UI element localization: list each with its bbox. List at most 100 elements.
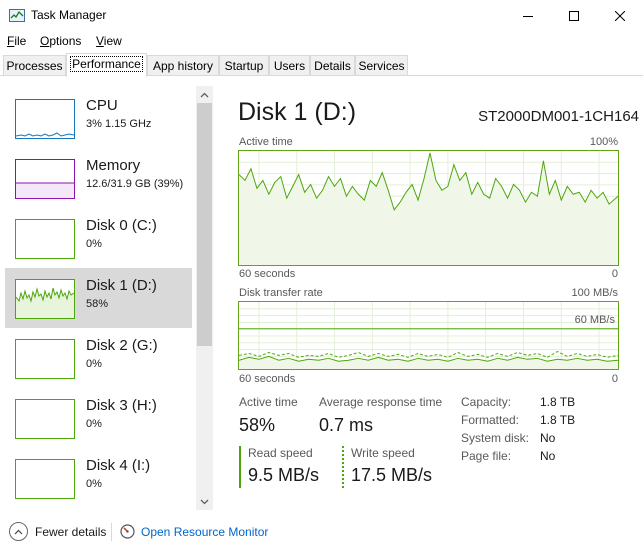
title-bar: Task Manager xyxy=(0,0,643,31)
tab-services-label: Services xyxy=(358,59,405,73)
active-time-graph-zero: 0 xyxy=(611,268,618,280)
formatted-label: Formatted: xyxy=(461,413,520,427)
tab-processes-label: Processes xyxy=(6,59,63,73)
chevron-up-icon xyxy=(200,92,209,97)
close-icon xyxy=(615,10,625,21)
write-speed-indicator xyxy=(342,446,344,488)
tab-strip: Processes Performance App history Startu… xyxy=(0,53,643,77)
sidebar-disk1-name: Disk 1 (D:) xyxy=(86,277,157,294)
sidebar-disk2-name: Disk 2 (G:) xyxy=(86,337,158,354)
write-speed-label: Write speed xyxy=(351,446,415,460)
window-title: Task Manager xyxy=(31,8,107,22)
active-time-graph-label: Active time xyxy=(239,136,293,148)
sidebar-disk4-sub: 0% xyxy=(86,478,102,490)
disk2-thumbnail-graph xyxy=(15,339,75,379)
scroll-up-button[interactable] xyxy=(196,86,213,103)
sidebar-disk3-name: Disk 3 (H:) xyxy=(86,397,157,414)
cpu-thumbnail-graph xyxy=(15,99,75,139)
transfer-rate-graph-max: 100 MB/s xyxy=(571,287,618,299)
menu-view-accel: V xyxy=(96,34,104,48)
read-speed-indicator xyxy=(239,446,241,488)
transfer-rate-graph-zero: 0 xyxy=(611,373,618,385)
sidebar-disk0-name: Disk 0 (C:) xyxy=(86,217,157,234)
disk-model: ST2000DM001-1CH164 xyxy=(478,108,639,125)
close-button[interactable] xyxy=(597,0,643,31)
resource-sidebar: CPU 3% 1.15 GHz Memory 12.6/31.9 GB (39%… xyxy=(0,76,213,510)
menu-file[interactable]: File xyxy=(7,34,26,48)
chevron-up-circle-icon xyxy=(14,529,23,534)
menu-options-accel: O xyxy=(40,34,50,48)
capacity-label: Capacity: xyxy=(461,395,512,409)
sidebar-memory-sub: 12.6/31.9 GB (39%) xyxy=(86,178,184,190)
menu-view-rest: iew xyxy=(103,34,122,48)
write-speed-value: 17.5 MB/s xyxy=(351,465,433,485)
disk4-thumbnail-graph xyxy=(15,459,75,499)
sidebar-disk0-sub: 0% xyxy=(86,238,102,250)
transfer-rate-inner-label: 60 MB/s xyxy=(574,314,615,326)
chevron-down-icon xyxy=(200,499,209,504)
sidebar-disk4-name: Disk 4 (I:) xyxy=(86,457,151,474)
tab-processes[interactable]: Processes xyxy=(3,55,66,76)
tab-services[interactable]: Services xyxy=(355,55,408,76)
menu-file-rest: ile xyxy=(14,34,27,48)
minimize-button[interactable] xyxy=(505,0,551,31)
transfer-rate-graph xyxy=(238,301,619,370)
read-speed-label: Read speed xyxy=(248,446,313,460)
menu-options[interactable]: Options xyxy=(40,34,81,48)
disk-detail-panel: Disk 1 (D:) ST2000DM001-1CH164 Active ti… xyxy=(222,86,643,510)
sidebar-disk1-sub: 58% xyxy=(86,298,109,310)
disk-title: Disk 1 (D:) xyxy=(238,98,357,126)
tab-performance-label: Performance xyxy=(70,56,143,72)
sidebar-cpu-sub: 3% 1.15 GHz xyxy=(86,118,152,130)
task-manager-app-icon xyxy=(9,9,25,22)
sidebar-disk3-sub: 0% xyxy=(86,418,102,430)
tab-details[interactable]: Details xyxy=(310,55,355,76)
avg-response-stat-value: 0.7 ms xyxy=(319,415,374,435)
footer: Fewer details Open Resource Monitor xyxy=(0,517,643,557)
active-time-graph xyxy=(238,150,619,266)
capacity-value: 1.8 TB xyxy=(540,395,576,409)
transfer-rate-graph-duration: 60 seconds xyxy=(239,373,296,385)
active-time-stat-value: 58% xyxy=(239,415,276,435)
tab-performance[interactable]: Performance xyxy=(66,53,147,77)
sidebar-item-disk-4[interactable]: Disk 4 (I:) 0% xyxy=(5,448,192,508)
sidebar-item-disk-2[interactable]: Disk 2 (G:) 0% xyxy=(5,328,192,388)
open-resource-monitor-link[interactable]: Open Resource Monitor xyxy=(141,525,268,539)
scroll-down-button[interactable] xyxy=(196,493,213,510)
sidebar-item-memory[interactable]: Memory 12.6/31.9 GB (39%) xyxy=(5,148,192,208)
tab-users-label: Users xyxy=(273,59,306,73)
sidebar-item-disk-3[interactable]: Disk 3 (H:) 0% xyxy=(5,388,192,448)
tab-app-history[interactable]: App history xyxy=(147,55,219,76)
sidebar-disk2-sub: 0% xyxy=(86,358,102,370)
menu-view[interactable]: View xyxy=(96,34,122,48)
transfer-rate-graph-label: Disk transfer rate xyxy=(239,287,323,299)
memory-thumbnail-graph xyxy=(15,159,75,199)
fewer-details-button[interactable] xyxy=(9,522,28,541)
active-time-stat-label: Active time xyxy=(239,395,298,409)
tab-details-label: Details xyxy=(314,59,351,73)
scroll-thumb[interactable] xyxy=(197,103,212,346)
sidebar-item-disk-1[interactable]: Disk 1 (D:) 58% xyxy=(5,268,192,328)
sidebar-item-disk-0[interactable]: Disk 0 (C:) 0% xyxy=(5,208,192,268)
sidebar-item-cpu[interactable]: CPU 3% 1.15 GHz xyxy=(5,88,192,148)
resource-monitor-icon xyxy=(120,524,135,539)
fewer-details-link[interactable]: Fewer details xyxy=(35,525,106,539)
formatted-value: 1.8 TB xyxy=(540,413,576,427)
minimize-icon xyxy=(523,15,533,17)
disk0-thumbnail-graph xyxy=(15,219,75,259)
sidebar-cpu-name: CPU xyxy=(86,97,118,114)
active-time-graph-duration: 60 seconds xyxy=(239,268,296,280)
read-speed-value: 9.5 MB/s xyxy=(248,465,320,485)
sidebar-memory-name: Memory xyxy=(86,157,141,174)
tab-users[interactable]: Users xyxy=(269,55,310,76)
disk1-thumbnail-graph xyxy=(15,279,75,319)
page-file-label: Page file: xyxy=(461,449,512,463)
system-disk-value: No xyxy=(540,431,556,445)
sidebar-scrollbar[interactable] xyxy=(196,86,213,510)
tab-startup[interactable]: Startup xyxy=(219,55,269,76)
system-disk-label: System disk: xyxy=(461,431,530,445)
footer-divider xyxy=(111,523,112,541)
maximize-button[interactable] xyxy=(551,0,597,31)
tab-startup-label: Startup xyxy=(224,59,264,73)
active-time-graph-max: 100% xyxy=(589,136,618,148)
